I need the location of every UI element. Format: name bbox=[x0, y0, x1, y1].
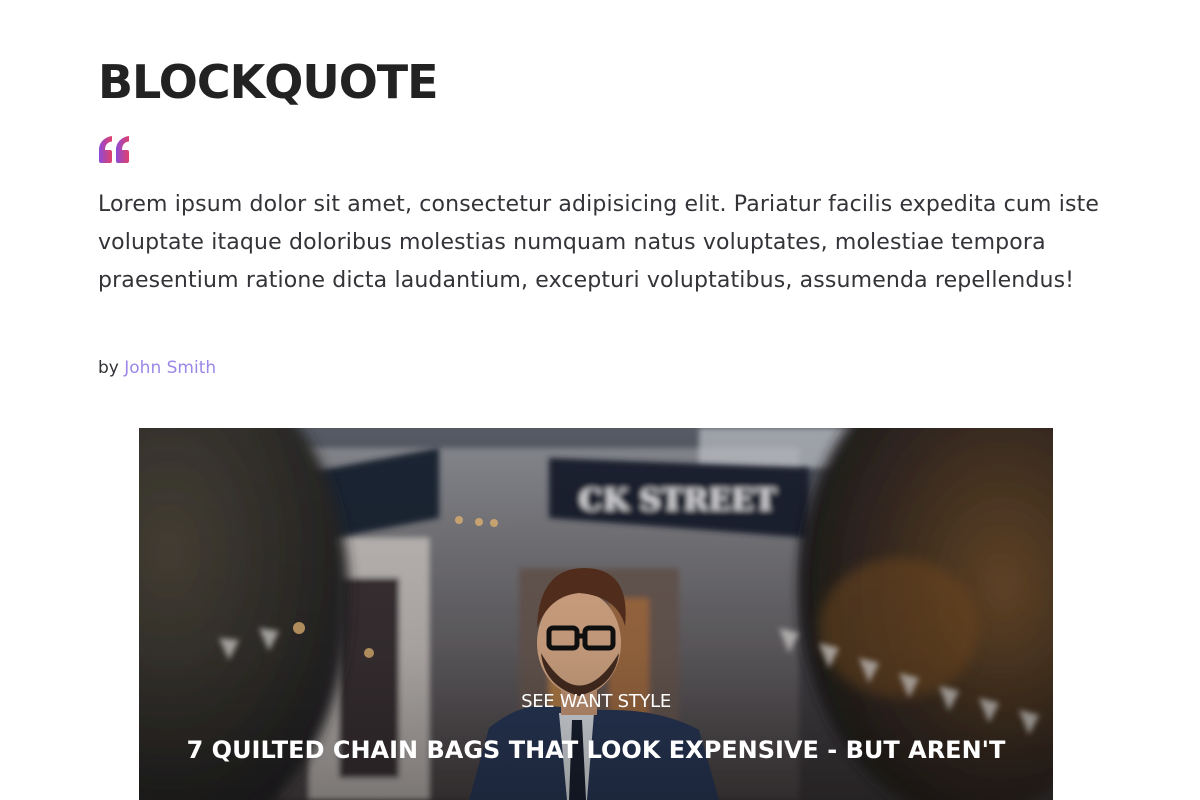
blockquote-text: Lorem ipsum dolor sit amet, consectetur … bbox=[98, 192, 1100, 293]
byline-prefix: by bbox=[98, 358, 119, 378]
author-link[interactable]: John Smith bbox=[124, 358, 216, 378]
page-title: BLOCKQUOTE bbox=[98, 55, 439, 109]
article-category[interactable]: SEE WANT STYLE bbox=[139, 690, 1053, 714]
quote-byline: by John Smith bbox=[98, 356, 216, 380]
quote-icon bbox=[99, 136, 129, 163]
article-title[interactable]: 7 QUILTED CHAIN BAGS THAT LOOK EXPENSIVE… bbox=[139, 734, 1053, 766]
featured-article-card[interactable]: CK STREET bbox=[139, 428, 1053, 800]
